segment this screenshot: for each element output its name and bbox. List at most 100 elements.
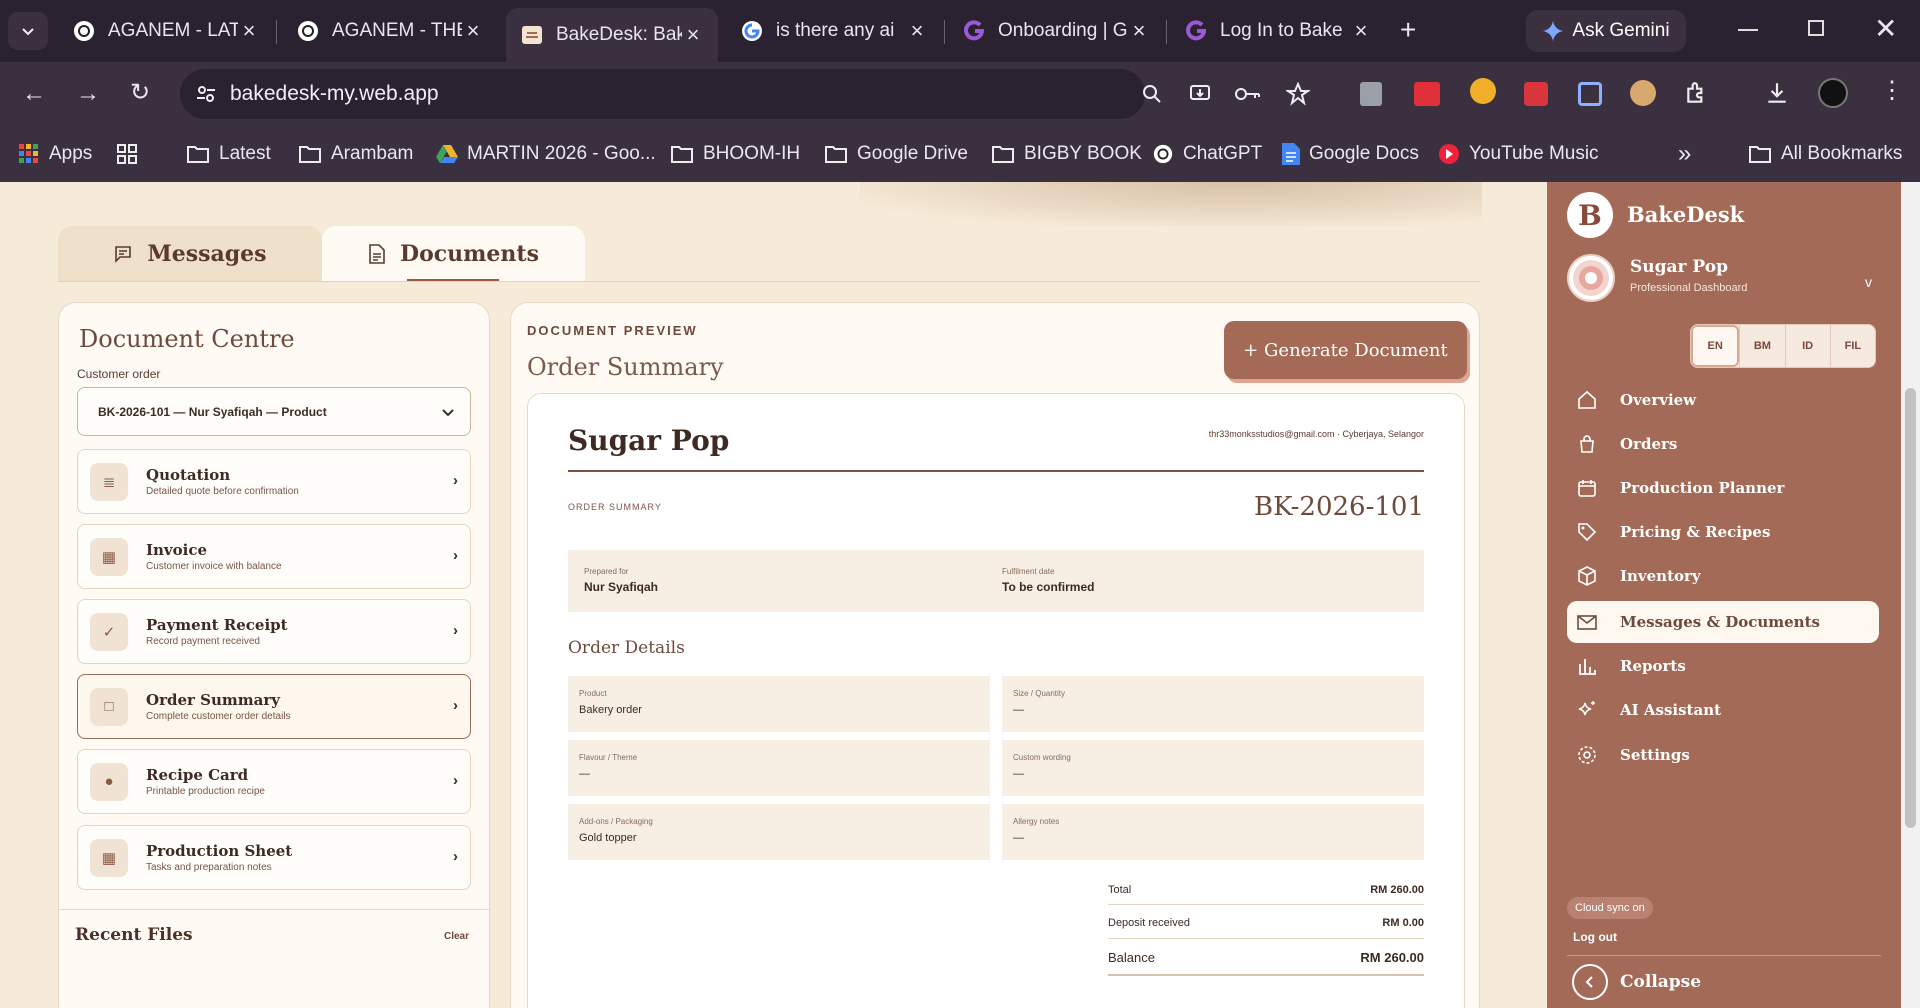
extension-2-icon[interactable] xyxy=(1414,82,1440,106)
doc-card-recipe-card[interactable]: ● Recipe Card Printable production recipe… xyxy=(77,749,471,814)
download-icon[interactable] xyxy=(1764,80,1790,106)
close-icon[interactable]: × xyxy=(238,18,260,44)
bookmark-all[interactable]: All Bookmarks xyxy=(1748,139,1902,169)
bookmark-martin[interactable]: MARTIN 2026 - Goo... xyxy=(436,139,656,169)
bakedesk-icon xyxy=(522,26,542,44)
close-icon[interactable]: × xyxy=(1350,18,1372,44)
lang-en[interactable]: EN xyxy=(1691,325,1740,367)
business-avatar[interactable] xyxy=(1567,254,1615,302)
lang-id[interactable]: ID xyxy=(1784,325,1830,367)
close-icon[interactable]: × xyxy=(462,18,484,44)
zoom-icon[interactable] xyxy=(1140,82,1164,106)
menu-kebab-icon[interactable]: ⋮ xyxy=(1880,76,1904,105)
tab-groups-icon[interactable] xyxy=(116,139,147,169)
close-icon[interactable]: × xyxy=(906,18,928,44)
new-tab-button[interactable]: + xyxy=(1400,14,1416,46)
nav-orders[interactable]: Orders xyxy=(1567,423,1879,465)
doc-type-label: ORDER SUMMARY xyxy=(568,502,662,512)
bookmark-google-docs[interactable]: Google Docs xyxy=(1282,139,1419,169)
extension-4-icon[interactable] xyxy=(1524,82,1548,106)
bookmark-youtube-music[interactable]: YouTube Music xyxy=(1438,139,1599,169)
customer-order-select[interactable]: BK-2026-101 — Nur Syafiqah — Product xyxy=(77,387,471,436)
bookmark-star-icon[interactable] xyxy=(1286,82,1310,106)
tab-documents[interactable]: Documents xyxy=(322,226,585,282)
doc-card-subtitle: Tasks and preparation notes xyxy=(146,862,272,873)
nav-settings[interactable]: Settings xyxy=(1567,734,1879,776)
page-scrollbar[interactable] xyxy=(1901,182,1920,1008)
bookmark-label: Arambam xyxy=(331,143,414,164)
bookmark-bigby[interactable]: BIGBY BOOK xyxy=(991,139,1142,169)
bookmark-bhoom[interactable]: BHOOM-IH xyxy=(670,139,800,169)
reload-icon[interactable]: ↻ xyxy=(130,78,150,107)
restore-button[interactable] xyxy=(1808,20,1824,36)
browser-tab-3-active[interactable]: BakeDesk: Bak × xyxy=(506,8,718,62)
folder-icon xyxy=(825,146,847,163)
collapse-sidebar-button[interactable]: Collapse xyxy=(1567,962,1701,1002)
minimize-button[interactable] xyxy=(1738,29,1758,31)
doc-card-subtitle: Printable production recipe xyxy=(146,786,265,797)
business-name: Sugar Pop xyxy=(1630,257,1728,277)
browser-tab-4[interactable]: is there any ai × xyxy=(726,10,942,52)
nav-ai-assistant[interactable]: AI Assistant xyxy=(1567,689,1879,731)
doc-card-invoice[interactable]: ▦ Invoice Customer invoice with balance › xyxy=(77,524,471,589)
detail-cell: Size / Quantity — xyxy=(1002,676,1424,732)
clear-recent-button[interactable]: Clear xyxy=(444,931,469,942)
tab-messages[interactable]: Messages xyxy=(58,226,322,282)
tab-messages-label: Messages xyxy=(147,241,267,267)
bookmark-google-drive[interactable]: Google Drive xyxy=(824,139,968,169)
back-icon[interactable]: ← xyxy=(22,80,46,108)
chevron-down-icon xyxy=(442,409,454,417)
profile-avatar[interactable] xyxy=(1818,78,1848,108)
nav-inventory[interactable]: Inventory xyxy=(1567,555,1879,597)
doc-card-title: Payment Receipt xyxy=(146,616,288,634)
nav-messages-documents[interactable]: Messages & Documents xyxy=(1567,601,1879,643)
extension-5-icon[interactable] xyxy=(1578,82,1602,106)
generate-document-button[interactable]: + Generate Document xyxy=(1224,321,1467,379)
chevron-right-icon: › xyxy=(453,622,458,639)
nav-pricing-recipes[interactable]: Pricing & Recipes xyxy=(1567,511,1879,553)
close-icon[interactable]: × xyxy=(682,22,704,48)
doc-card-payment-receipt[interactable]: ✓ Payment Receipt Record payment received… xyxy=(77,599,471,664)
browser-tab-2[interactable]: AGANEM - THE × xyxy=(282,10,498,52)
bookmark-chatgpt[interactable]: ChatGPT xyxy=(1152,139,1262,169)
close-window-button[interactable]: ✕ xyxy=(1874,12,1897,45)
doc-card-quotation[interactable]: ≣ Quotation Detailed quote before confirm… xyxy=(77,449,471,514)
extensions-puzzle-icon[interactable] xyxy=(1684,80,1710,106)
install-app-icon[interactable] xyxy=(1188,82,1212,106)
nav-label: Overview xyxy=(1620,391,1697,409)
lang-bm[interactable]: BM xyxy=(1739,325,1784,367)
tab-search-button[interactable] xyxy=(8,12,48,50)
home-icon xyxy=(1578,390,1596,409)
extension-3-icon[interactable] xyxy=(1470,78,1496,104)
browser-tab-5[interactable]: Onboarding | G × xyxy=(948,10,1164,52)
doc-card-order-summary[interactable]: □ Order Summary Complete customer order d… xyxy=(77,674,471,739)
nav-overview[interactable]: Overview xyxy=(1567,379,1879,421)
scrollbar-thumb[interactable] xyxy=(1905,388,1916,828)
omnibox[interactable]: bakedesk-my.web.app xyxy=(180,69,1161,119)
browser-tab-1[interactable]: AGANEM - LATE × xyxy=(58,10,274,52)
cloud-sync-badge: Cloud sync on xyxy=(1567,897,1653,919)
deposit-label: Deposit received xyxy=(1108,917,1190,929)
browser-tab-6[interactable]: Log In to Bake × xyxy=(1170,10,1386,52)
logout-button[interactable]: Log out xyxy=(1573,930,1617,944)
bookmark-arambam[interactable]: Arambam xyxy=(298,139,413,169)
extension-6-icon[interactable] xyxy=(1630,80,1656,106)
nav-reports[interactable]: Reports xyxy=(1567,645,1879,687)
bookmark-apps[interactable]: Apps xyxy=(18,139,92,169)
document-centre-title: Document Centre xyxy=(79,325,295,353)
lang-fil[interactable]: FIL xyxy=(1829,325,1875,367)
forward-icon[interactable]: → xyxy=(76,80,100,108)
site-info-icon xyxy=(197,86,215,102)
extension-1-icon[interactable] xyxy=(1360,82,1382,106)
tab-label: Onboarding | G xyxy=(998,20,1128,41)
nav-production-planner[interactable]: Production Planner xyxy=(1567,467,1879,509)
business-switcher-caret[interactable]: v xyxy=(1865,274,1872,290)
password-key-icon[interactable] xyxy=(1234,82,1262,106)
bookmark-latest[interactable]: Latest xyxy=(186,139,271,169)
more-bookmarks-icon[interactable]: » xyxy=(1678,139,1691,169)
invoice-icon: ▦ xyxy=(90,537,128,576)
close-icon[interactable]: × xyxy=(1128,18,1150,44)
ask-gemini-button[interactable]: Ask Gemini xyxy=(1526,10,1686,52)
doc-card-production-sheet[interactable]: ▦ Production Sheet Tasks and preparation … xyxy=(77,825,471,890)
tabs-divider xyxy=(58,281,1480,282)
